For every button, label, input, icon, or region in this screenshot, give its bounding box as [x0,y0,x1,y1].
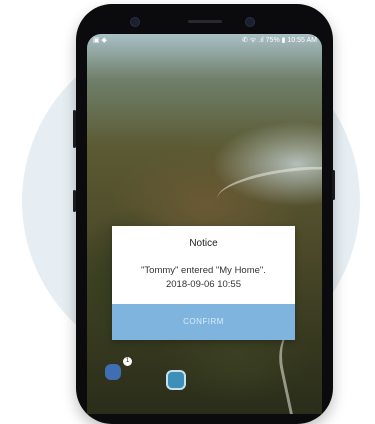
status-indicators: ✆ ᯤ .ıl 75% ▮ 10:55 AM [242,37,317,44]
notice-dialog: Notice "Tommy" entered "My Home". 2018-0… [112,226,295,340]
dialog-message-line: "Tommy" entered "My Home". [141,265,266,276]
confirm-button[interactable]: CONFIRM [112,304,295,340]
earpiece [188,20,222,23]
iris-scanner-icon [130,17,140,27]
app-icon-teal[interactable] [166,370,186,390]
dialog-title: Notice [189,238,218,249]
front-camera [245,17,255,27]
phone-screen: ▣ ◆ ✆ ᯤ .ıl 75% ▮ 10:55 AM [87,34,322,414]
bixby-button [73,190,76,212]
app-icon-blue[interactable] [105,364,121,380]
dialog-message: "Tommy" entered "My Home". 2018-09-06 10… [112,264,295,292]
wallpaper-road [214,159,322,218]
status-bar: ▣ ◆ ✆ ᯤ .ıl 75% ▮ 10:55 AM [87,34,322,48]
power-button [332,170,335,200]
notification-badge: 1 [123,357,132,366]
dialog-timestamp: 2018-09-06 10:55 [165,279,241,290]
volume-button [73,110,76,148]
notification-icons: ▣ ◆ [93,37,107,44]
